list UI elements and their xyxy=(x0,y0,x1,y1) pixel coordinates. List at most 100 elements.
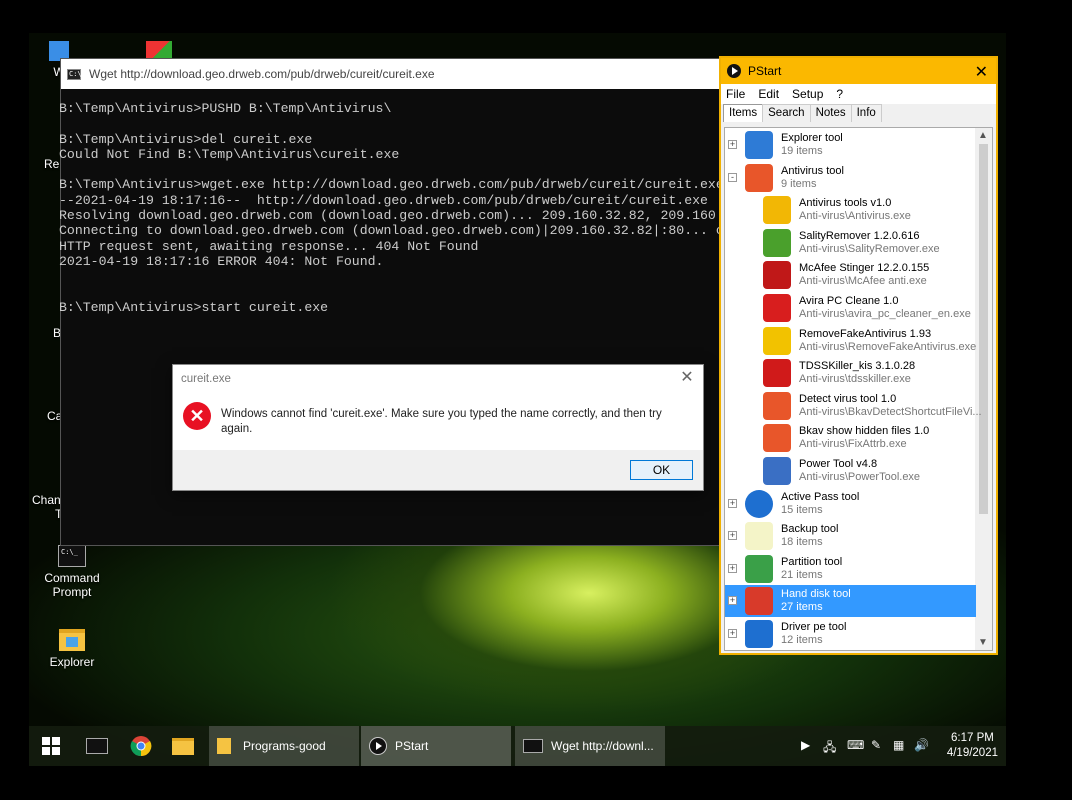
tab-notes[interactable]: Notes xyxy=(809,104,852,122)
tray-volume-icon[interactable]: 🔊 xyxy=(914,738,929,752)
scroll-down-icon[interactable]: ▼ xyxy=(978,637,988,648)
tree-item[interactable]: Avira PC Cleane 1.0 Anti-virus\avira_pc_c… xyxy=(725,292,976,324)
partition-icon xyxy=(745,554,773,583)
tree-item-name: SalityRemover 1.2.0.616 xyxy=(799,229,920,242)
tree-item[interactable]: Bkav show hidden files 1.0 Anti-virus\Fix… xyxy=(725,422,976,454)
close-icon[interactable]: ✕ xyxy=(975,62,988,82)
tree-item-subtitle: Anti-virus\avira_pc_cleaner_en.exe xyxy=(799,308,971,320)
pstart-titlebar[interactable]: PStart ✕ xyxy=(721,58,996,84)
tab-search[interactable]: Search xyxy=(762,104,811,122)
taskbar-chrome[interactable] xyxy=(119,726,163,766)
tree-item-subtitle: 18 items xyxy=(781,536,823,549)
tree-item-subtitle: Anti-virus\BkavDetectShortcutFileVi... xyxy=(799,405,982,418)
taskbar-button-pstart[interactable]: PStart xyxy=(361,726,511,766)
menu-edit[interactable]: Edit xyxy=(758,87,779,101)
tree-item[interactable]: Detect virus tool 1.0 Anti-virus\BkavDete… xyxy=(725,390,982,422)
tree-item-subtitle: Anti-virus\PowerTool.exe xyxy=(799,471,921,483)
taskbar-button-wget[interactable]: Wget http://downl... xyxy=(515,726,665,766)
tree-item-name: TDSSKiller_kis 3.1.0.28 xyxy=(799,360,916,373)
expand-icon[interactable]: + xyxy=(728,596,737,606)
console-output[interactable]: B:\Temp\Antivirus>PUSHD B:\Temp\Antiviru… xyxy=(59,89,751,315)
pstart-item-tree[interactable]: ▲ ▼ + Explorer tool 19 items - Antivirus too… xyxy=(724,127,993,651)
disk-cubes-icon xyxy=(745,587,773,616)
tray-color-icon[interactable]: ▦ xyxy=(893,738,904,752)
cmd-icon xyxy=(523,739,543,753)
start-button[interactable] xyxy=(29,726,73,766)
tray-keyboard-icon[interactable]: ⌨ xyxy=(847,738,864,752)
tree-item-subtitle: Anti-virus\RemoveFakeAntivirus.exe xyxy=(799,340,977,353)
expand-icon[interactable]: + xyxy=(728,563,737,573)
pstart-tabs: Items Search Notes Info xyxy=(721,104,996,122)
tree-item[interactable]: Antivirus tools v1.0 Anti-virus\Antivirus… xyxy=(725,194,976,226)
tree-group[interactable]: + Driver pe tool 12 items xyxy=(725,618,976,650)
taskbar-clock[interactable]: 6:17 PM 4/19/2021 xyxy=(947,731,998,761)
folder-icon xyxy=(217,738,231,754)
menu-file[interactable]: File xyxy=(726,87,745,101)
error-dialog[interactable]: cureit.exe ✕ ✕ Windows cannot find 'cure… xyxy=(172,364,704,491)
taskbar-button-label: Programs-good xyxy=(243,739,326,753)
pstart-window[interactable]: PStart ✕ File Edit Setup ? Items Search … xyxy=(719,56,998,655)
tab-info[interactable]: Info xyxy=(850,104,882,122)
tree-item-subtitle: Anti-virus\Antivirus.exe xyxy=(799,210,911,223)
tree-item[interactable]: RemoveFakeAntivirus 1.93 Anti-virus\Remov… xyxy=(725,325,976,357)
vertical-scrollbar[interactable]: ▲ ▼ xyxy=(975,128,992,650)
remove-fake-icon xyxy=(763,326,791,355)
collapse-icon[interactable]: - xyxy=(728,172,737,182)
desktop-icon-label: Command Prompt xyxy=(44,571,100,599)
cmd-icon: C:\ xyxy=(67,68,82,80)
expand-icon[interactable]: + xyxy=(728,629,737,638)
close-icon[interactable]: ✕ xyxy=(679,370,695,386)
taskbar-explorer[interactable] xyxy=(161,726,205,766)
tray-tool-icon[interactable]: ✎ xyxy=(871,738,881,752)
tree-item-subtitle: Anti-virus\McAfee anti.exe xyxy=(799,275,927,288)
tree-group[interactable]: - Antivirus tool 9 items xyxy=(725,162,976,194)
taskbar-button-programs-good[interactable]: Programs-good xyxy=(209,726,359,766)
tree-item[interactable]: SalityRemover 1.2.0.616 Anti-virus\Sality… xyxy=(725,227,976,259)
tree-item-name: Bkav show hidden files 1.0 xyxy=(799,425,930,438)
power-tool-icon xyxy=(763,457,791,485)
console-titlebar[interactable]: C:\ Wget http://download.geo.drweb.com/p… xyxy=(61,59,751,89)
tab-items[interactable]: Items xyxy=(723,104,764,122)
scroll-up-icon[interactable]: ▲ xyxy=(978,130,988,141)
tree-group[interactable]: + Active Pass tool 15 items xyxy=(725,488,976,520)
desktop-icon-command-prompt[interactable]: C:\_ Command Prompt xyxy=(37,545,107,599)
tree-item[interactable]: McAfee Stinger 12.2.0.155 Anti-virus\McAf… xyxy=(725,259,976,291)
expand-icon[interactable]: + xyxy=(728,498,737,508)
tree-item-subtitle: Anti-virus\tdsskiller.exe xyxy=(799,373,911,386)
ghost-icon xyxy=(745,522,773,551)
desktop-icon-explorer[interactable]: Explorer xyxy=(37,629,107,669)
tree-group[interactable]: + Explorer tool 19 items xyxy=(725,129,976,161)
folder-icon xyxy=(59,629,85,651)
tree-item-subtitle: 9 items xyxy=(781,177,817,190)
tray-network-icon[interactable]: 🖧 xyxy=(823,738,836,759)
pstart-icon xyxy=(727,64,741,78)
dialog-message: Windows cannot find 'cureit.exe'. Make s… xyxy=(221,408,662,435)
expand-icon[interactable]: + xyxy=(728,140,737,149)
scrollbar-thumb[interactable] xyxy=(979,144,988,514)
menu-help[interactable]: ? xyxy=(836,87,843,101)
tree-item[interactable]: TDSSKiller_kis 3.1.0.28 Anti-virus\tdsski… xyxy=(725,357,976,389)
windows-logo-icon xyxy=(42,737,60,755)
desktop: W Re B Ca Chang T C:\_ Command Prompt Ex… xyxy=(29,33,1006,766)
tree-item-subtitle: 12 items xyxy=(781,634,823,646)
tree-item-name: Active Pass tool xyxy=(781,490,860,503)
menu-setup[interactable]: Setup xyxy=(792,87,823,101)
tree-item-name: Antivirus tools v1.0 xyxy=(799,197,892,210)
expand-icon[interactable]: + xyxy=(728,531,737,541)
tree-group[interactable]: + Backup tool 18 items xyxy=(725,520,976,552)
tree-group[interactable]: + Hand disk tool 27 items xyxy=(725,585,976,618)
ok-button[interactable]: OK xyxy=(630,460,693,480)
tree-item[interactable]: Power Tool v4.8 Anti-virus\PowerTool.exe xyxy=(725,455,976,487)
shield-icon xyxy=(745,163,773,192)
taskbar-cmd[interactable] xyxy=(75,726,119,766)
tree-group[interactable]: + Partition tool 21 items xyxy=(725,553,976,585)
sality-remover-icon xyxy=(763,228,791,257)
tree-item-name: Avira PC Cleane 1.0 xyxy=(799,295,899,307)
tray-media-icon[interactable]: ▶ xyxy=(801,738,810,752)
clock-date: 4/19/2021 xyxy=(946,747,998,759)
tree-item-name: McAfee Stinger 12.2.0.155 xyxy=(799,262,930,275)
shield-icon xyxy=(763,391,791,420)
error-icon: ✕ xyxy=(183,402,211,430)
mcafee-icon xyxy=(763,261,791,290)
tree-item-subtitle: 19 items xyxy=(781,145,823,157)
